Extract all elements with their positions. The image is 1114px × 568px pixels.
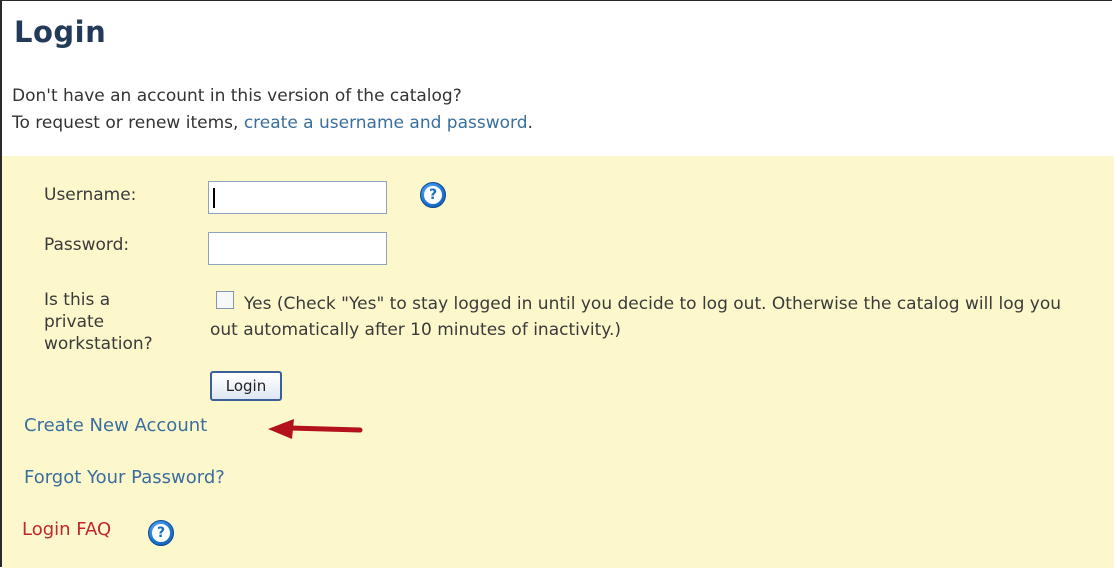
private-workstation-label: Is this a private workstation? <box>44 290 153 354</box>
login-form-panel <box>2 156 1114 568</box>
private-workstation-checkbox[interactable] <box>216 291 234 309</box>
username-field[interactable] <box>208 181 387 214</box>
create-new-account-link[interactable]: Create New Account <box>24 415 207 436</box>
intro-line-2-suffix: . <box>527 113 533 133</box>
intro-text: Don't have an account in this version of… <box>12 83 533 137</box>
red-arrow-icon <box>268 419 363 439</box>
page-title: Login <box>14 15 107 49</box>
username-help-icon[interactable]: ? <box>420 182 446 208</box>
login-page: Login Don't have an account in this vers… <box>0 0 1114 568</box>
login-faq-help-icon[interactable]: ? <box>148 520 174 546</box>
intro-line-2: To request or renew items, create a user… <box>12 110 533 137</box>
intro-line-2-prefix: To request or renew items, <box>12 113 244 133</box>
private-checkbox-text: Yes (Check "Yes" to stay logged in until… <box>210 294 1062 340</box>
password-field[interactable] <box>208 232 387 265</box>
text-caret <box>213 188 215 208</box>
forgot-password-link[interactable]: Forgot Your Password? <box>24 467 225 488</box>
login-button[interactable]: Login <box>210 371 282 401</box>
create-username-link[interactable]: create a username and password <box>244 113 528 133</box>
password-label: Password: <box>44 235 130 255</box>
intro-line-1: Don't have an account in this version of… <box>12 86 462 106</box>
username-label: Username: <box>44 185 137 205</box>
login-faq-link[interactable]: Login FAQ <box>22 519 111 540</box>
